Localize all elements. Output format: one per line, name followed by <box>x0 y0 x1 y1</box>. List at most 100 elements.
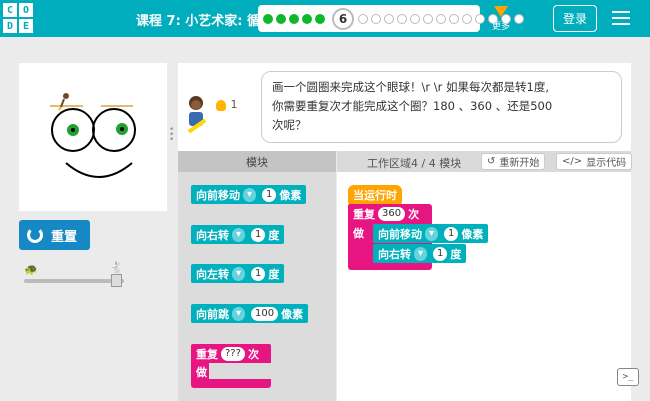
chevron-down-icon: ▾ <box>247 189 253 200</box>
more-label: 更多 <box>491 22 510 32</box>
speed-slider[interactable]: 🐢 🐇 <box>24 261 128 287</box>
block-label: 重复 <box>196 347 218 361</box>
code-logo[interactable]: C O D E <box>3 3 33 33</box>
logo-letter: E <box>19 19 33 33</box>
level-dot[interactable] <box>423 13 433 24</box>
repeat-do-label: 做 <box>353 227 364 240</box>
level-dot[interactable] <box>475 13 485 24</box>
block-label: 向前跳 <box>196 307 229 321</box>
artist-avatar-icon <box>187 96 207 134</box>
block-value-field[interactable]: 100 <box>251 306 279 321</box>
block-value-field[interactable]: 1 <box>251 227 266 242</box>
move-forward-block[interactable]: 向前移动 ▾ 1 像素 <box>191 185 307 204</box>
restart-icon: ↺ <box>487 156 496 167</box>
block-value-field[interactable]: ??? <box>221 346 245 361</box>
level-dot-current[interactable]: 6 <box>332 7 354 30</box>
level-dot-completed[interactable] <box>263 13 273 24</box>
block-unit: 度 <box>268 228 280 242</box>
level-dot[interactable] <box>410 13 420 24</box>
block-unit: 度 <box>450 247 462 261</box>
console-toggle-icon[interactable]: >_ <box>617 368 639 386</box>
turtle-icon: 🐢 <box>24 263 38 276</box>
level-dot[interactable] <box>449 13 459 24</box>
move-forward-block[interactable]: 向前移动 ▾ 1 像素 <box>373 224 489 243</box>
repeat-block-header[interactable]: 重复 360 次 <box>348 204 425 223</box>
course-title[interactable]: 课程 7: 小艺术家: 循环 <box>136 10 273 29</box>
block-unit: 像素 <box>279 188 302 202</box>
lightbulb-icon <box>216 99 226 111</box>
block-value-field[interactable]: 1 <box>262 187 277 202</box>
level-dot-completed[interactable] <box>276 13 286 24</box>
block-label: 向前移动 <box>378 227 422 241</box>
triangle-down-icon <box>494 6 508 17</box>
hint-count: 1 <box>230 98 238 111</box>
workspace-title: 工作区域4 / 4 模块 <box>367 157 462 170</box>
block-unit: 像素 <box>461 227 484 241</box>
toolbox-header: 模块 <box>178 151 336 172</box>
block-dropdown[interactable]: ▾ <box>243 187 257 202</box>
logo-letter: O <box>19 3 33 17</box>
logo-letter: D <box>3 19 17 33</box>
reset-icon <box>27 227 43 243</box>
turn-right-block[interactable]: 向右转 ▾ 1 度 <box>191 225 285 244</box>
reset-button[interactable]: 重置 <box>19 220 90 250</box>
restart-button[interactable]: ↺ 重新开始 <box>481 153 546 170</box>
block-dropdown[interactable]: ▾ <box>425 226 439 241</box>
chevron-down-icon: ▾ <box>236 268 242 279</box>
jump-forward-block[interactable]: 向前跳 ▾ 100 像素 <box>191 304 309 323</box>
instruction-bubble: 画一个圆圈来完成这个眼球！\r \r 如果每次都是转1度, 你需要重复次才能完成… <box>261 71 622 143</box>
reset-label: 重置 <box>51 229 78 245</box>
level-dot-completed[interactable] <box>302 13 312 24</box>
block-value-field[interactable]: 1 <box>251 266 266 281</box>
show-code-button[interactable]: </> 显示代码 <box>556 153 633 170</box>
turn-left-block[interactable]: 向左转 ▾ 1 度 <box>191 264 285 283</box>
block-unit: 次 <box>408 207 420 221</box>
instruction-line: 你需要重复次才能完成这个圈？180 、360 、还是500 <box>272 99 553 113</box>
slider-thumb[interactable] <box>111 274 122 287</box>
workspace-header: 工作区域4 / 4 模块 ↺ 重新开始 </> 显示代码 <box>337 151 633 172</box>
restart-label: 重新开始 <box>499 158 540 169</box>
instruction-line: 画一个圆圈来完成这个眼球！\r \r 如果每次都是转1度, <box>272 80 549 94</box>
level-dot[interactable] <box>371 13 381 24</box>
level-dot[interactable] <box>384 13 394 24</box>
repeat-block-slot <box>209 363 271 379</box>
level-dot[interactable] <box>514 13 524 24</box>
drawing-canvas <box>19 63 167 211</box>
artist-character-icon <box>58 93 69 111</box>
hint-indicator[interactable]: 1 <box>216 98 238 111</box>
more-dropdown[interactable]: 更多 <box>491 6 511 32</box>
block-unit: 像素 <box>281 307 304 321</box>
show-code-label: 显示代码 <box>586 158 627 169</box>
level-dot[interactable] <box>358 13 368 24</box>
block-unit: 次 <box>247 347 259 361</box>
repeat-block-header[interactable]: 重复 ??? 次 <box>191 344 271 363</box>
level-dot-completed[interactable] <box>315 13 325 24</box>
block-label: 重复 <box>353 207 375 221</box>
level-dot[interactable] <box>397 13 407 24</box>
instruction-line: 次呢？ <box>272 118 307 132</box>
chevron-down-icon: ▾ <box>236 229 242 240</box>
block-value-field[interactable]: 1 <box>444 226 459 241</box>
block-value-field[interactable]: 1 <box>433 246 448 261</box>
hamburger-menu-icon[interactable] <box>612 11 630 29</box>
level-dot[interactable] <box>462 13 472 24</box>
block-dropdown[interactable]: ▾ <box>232 306 246 321</box>
turn-right-block[interactable]: 向右转 ▾ 1 度 <box>373 244 467 263</box>
when-run-block[interactable]: 当运行时 <box>348 185 402 204</box>
repeat-count-field[interactable]: 360 <box>378 206 406 221</box>
face-drawing <box>50 93 136 178</box>
chevron-down-icon: ▾ <box>429 228 435 239</box>
chevron-down-icon: ▾ <box>236 308 242 319</box>
block-dropdown[interactable]: ▾ <box>414 246 428 261</box>
login-button[interactable]: 登录 <box>553 5 597 32</box>
block-dropdown[interactable]: ▾ <box>232 266 246 281</box>
toolbox-panel: 向前移动 ▾ 1 像素 向右转 ▾ 1 度 向左转 ▾ 1 度 向前跳 ▾ 10… <box>178 172 336 401</box>
panel-resize-handle[interactable]: • • • <box>169 126 175 145</box>
level-dot-completed[interactable] <box>289 13 299 24</box>
block-label: 向前移动 <box>196 188 240 202</box>
block-label: 向右转 <box>196 228 229 242</box>
level-dot[interactable] <box>436 13 446 24</box>
block-dropdown[interactable]: ▾ <box>232 227 246 242</box>
slider-track[interactable] <box>24 279 124 283</box>
block-label: 向左转 <box>196 267 229 281</box>
